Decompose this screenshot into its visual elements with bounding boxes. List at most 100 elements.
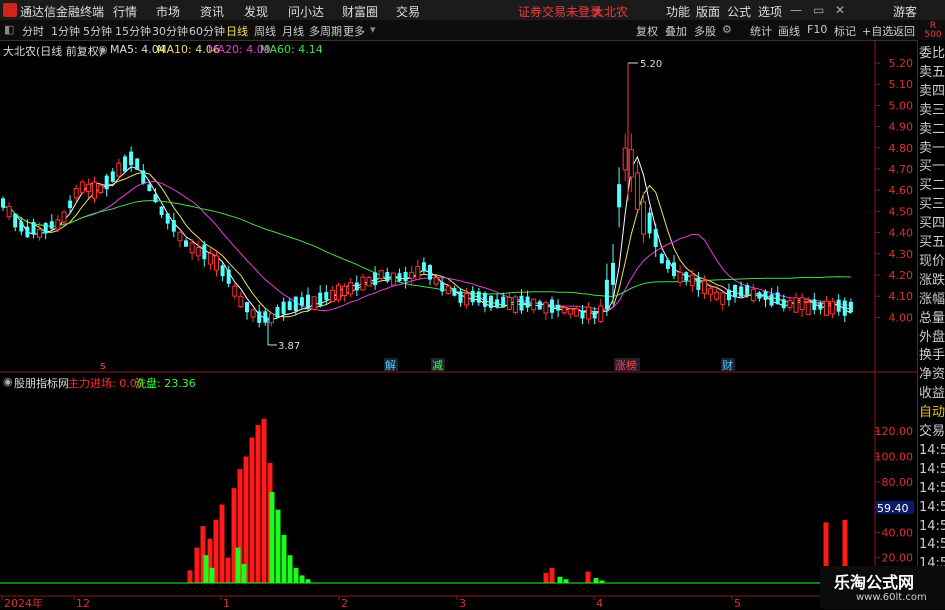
- indicator-green-bar: [293, 567, 299, 583]
- quote-label[interactable]: 卖一: [919, 140, 945, 157]
- indicator-red-bar: [187, 570, 193, 583]
- quote-label[interactable]: 14:56: [919, 461, 945, 478]
- candle-body: [561, 307, 567, 314]
- quote-label[interactable]: 买二: [919, 177, 945, 194]
- candle-body: [104, 175, 109, 190]
- candle-body: [311, 296, 317, 310]
- candle-body: [611, 262, 615, 285]
- candle-body: [720, 292, 726, 305]
- quote-label[interactable]: 现价: [919, 253, 945, 270]
- quote-label[interactable]: 涨幅: [919, 291, 945, 308]
- candle-body: [525, 296, 530, 308]
- candle-body: [805, 302, 811, 316]
- candle-body: [275, 306, 280, 318]
- candle-body: [403, 271, 408, 282]
- candle-body: [366, 277, 372, 287]
- quote-label[interactable]: 卖四: [919, 83, 945, 100]
- price-tick-label: 4.20: [889, 269, 914, 282]
- candle-body: [739, 286, 744, 297]
- current-value-label: 59.40: [877, 502, 909, 515]
- quote-label[interactable]: 自动: [919, 404, 945, 421]
- candle-body: [6, 205, 12, 218]
- quote-label[interactable]: 交易: [919, 423, 945, 440]
- candle-body: [622, 147, 628, 171]
- quote-label[interactable]: 14:56: [919, 480, 945, 497]
- candle-body: [781, 299, 786, 309]
- candle-body: [116, 162, 122, 177]
- quote-label[interactable]: 总量: [919, 310, 945, 327]
- quote-label[interactable]: 卖三: [919, 102, 945, 119]
- price-tick-label: 5.20: [889, 57, 914, 70]
- candle-body: [464, 293, 470, 306]
- quote-label[interactable]: 净资: [919, 366, 945, 383]
- quote-label[interactable]: 委比: [919, 45, 945, 62]
- price-tick-label: 5.00: [889, 99, 914, 112]
- indicator-green-bar: [203, 555, 209, 583]
- price-tick-label: 4.50: [889, 205, 914, 218]
- candle-body: [336, 284, 341, 301]
- candle-body: [641, 201, 646, 235]
- candle-body: [68, 200, 73, 209]
- indicator-green-bar: [281, 534, 287, 583]
- candle-body: [580, 310, 585, 319]
- candle-body: [531, 298, 537, 311]
- candle-body: [195, 247, 201, 257]
- price-tick-label: 5.10: [889, 78, 914, 91]
- quote-label[interactable]: 买三: [919, 196, 945, 213]
- candle-body: [793, 297, 799, 313]
- candle-body: [830, 300, 836, 315]
- indicator-settings-icon[interactable]: ◉: [3, 375, 13, 388]
- candle-body: [189, 242, 195, 254]
- candle-body: [556, 304, 561, 311]
- quote-label[interactable]: 收益: [919, 385, 945, 402]
- quote-label[interactable]: 买一: [919, 158, 945, 175]
- price-tick-label: 4.60: [889, 184, 914, 197]
- time-tick-label: 2024年: [4, 596, 43, 609]
- quote-label[interactable]: 外盘: [919, 329, 945, 346]
- candle-body: [110, 171, 115, 182]
- candle-body: [586, 306, 592, 320]
- quote-label[interactable]: 卖二: [919, 121, 945, 138]
- candle-body: [306, 294, 310, 309]
- candle-body: [329, 289, 335, 302]
- candle-body: [489, 295, 493, 308]
- stock-chart[interactable]: 5.20 5.10 5.00 4.90 4.80 4.70 4.60 4.50 4.40 4.30…: [0, 0, 917, 609]
- price-tick-label: 4.10: [889, 290, 914, 303]
- quote-label[interactable]: 14:56: [919, 518, 945, 535]
- candle-body: [818, 302, 823, 310]
- indicator-green-bar: [563, 579, 569, 583]
- main-force-label: 主力进场: 0.00: [68, 377, 144, 390]
- candle-body: [567, 308, 573, 315]
- indicator-red-bar: [543, 572, 549, 583]
- candle-body: [293, 296, 298, 312]
- candle-body: [79, 181, 85, 193]
- candle-body: [171, 219, 176, 232]
- quote-label[interactable]: 买五: [919, 234, 945, 251]
- ind-tick-label: 120.00: [875, 425, 914, 438]
- candle-body: [73, 187, 79, 199]
- quote-label[interactable]: 卖五: [919, 64, 945, 81]
- candle-body: [263, 311, 268, 323]
- quote-label[interactable]: 14:56: [919, 536, 945, 553]
- quote-label[interactable]: 14:56: [919, 499, 945, 516]
- candle-body: [519, 295, 524, 311]
- candle-body: [458, 291, 463, 303]
- price-tick-label: 4.70: [889, 163, 914, 176]
- indicator-red-bar: [194, 547, 200, 583]
- candle-body: [799, 297, 805, 311]
- candle-body: [268, 313, 274, 324]
- candle-body: [257, 311, 262, 323]
- candle-body: [397, 273, 402, 282]
- candle-body: [495, 299, 500, 307]
- ma-settings-icon[interactable]: ◉: [98, 43, 108, 56]
- wash-label: 洗盘: 23.36: [135, 377, 196, 390]
- r-badge-n: 500: [924, 30, 942, 40]
- quote-label[interactable]: 涨跌: [919, 272, 945, 289]
- candle-body: [598, 305, 604, 322]
- candle-body: [702, 280, 707, 294]
- quote-label[interactable]: 14:56: [919, 442, 945, 459]
- candle-body: [672, 262, 676, 277]
- indicator-green-bar: [287, 555, 293, 583]
- quote-label[interactable]: 换手: [919, 347, 945, 364]
- quote-label[interactable]: 买四: [919, 215, 945, 232]
